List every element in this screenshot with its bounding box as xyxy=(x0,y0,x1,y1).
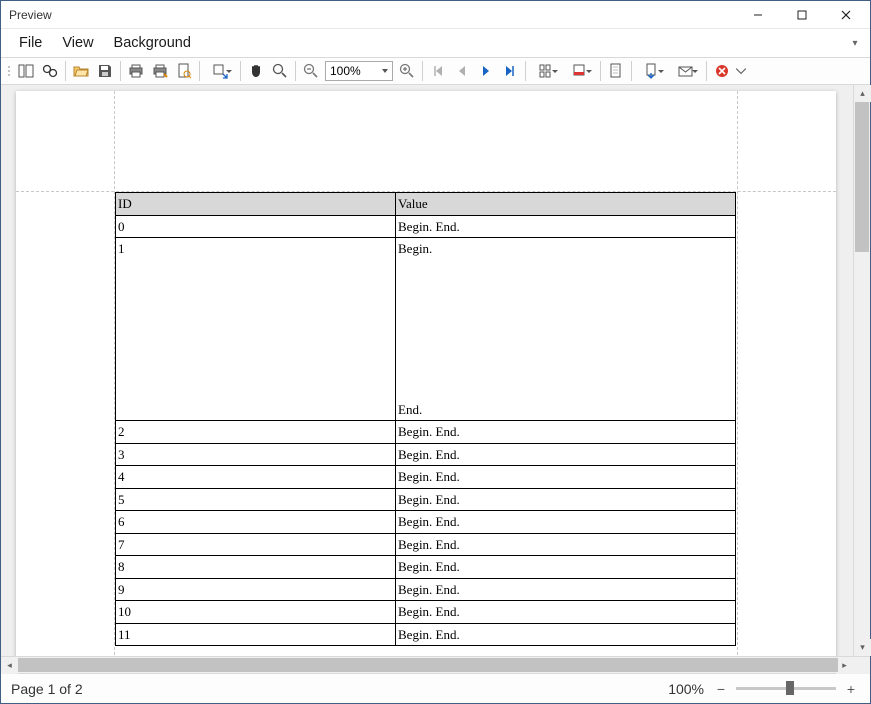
table-row: 5Begin. End. xyxy=(116,488,736,511)
close-button[interactable] xyxy=(824,2,868,28)
prev-page-icon[interactable] xyxy=(450,59,474,83)
cell-value: Begin. End. xyxy=(396,578,736,601)
toolbar-overflow[interactable] xyxy=(734,59,748,83)
table-row: 7Begin. End. xyxy=(116,533,736,556)
vscroll-thumb[interactable] xyxy=(855,102,869,252)
quick-print-icon[interactable] xyxy=(148,59,172,83)
cell-id: 11 xyxy=(116,623,396,646)
cell-id: 10 xyxy=(116,601,396,624)
multipage-dropdown-icon[interactable] xyxy=(529,59,563,83)
scroll-up-icon[interactable]: ▴ xyxy=(854,85,871,102)
zoom-in-button[interactable]: + xyxy=(842,680,860,698)
page: ID Value 0Begin. End.1Begin.End.2Begin. … xyxy=(16,91,836,656)
cell-value: Begin. End. xyxy=(396,623,736,646)
menu-overflow[interactable]: ▾ xyxy=(848,36,862,51)
toolbar-grip xyxy=(5,61,12,81)
table-row: 9Begin. End. xyxy=(116,578,736,601)
watermark-icon[interactable] xyxy=(604,59,628,83)
cell-value: Begin.End. xyxy=(396,238,736,421)
titlebar: Preview xyxy=(1,1,870,29)
zoom-slider[interactable] xyxy=(736,687,836,690)
cell-id: 1 xyxy=(116,238,396,421)
table-row: 2Begin. End. xyxy=(116,421,736,444)
first-page-icon[interactable] xyxy=(426,59,450,83)
cell-id: 3 xyxy=(116,443,396,466)
toolbar: 100% xyxy=(1,57,870,85)
zoom-combobox[interactable]: 100% xyxy=(325,61,393,81)
table-row: 0Begin. End. xyxy=(116,215,736,238)
hand-tool-icon[interactable] xyxy=(244,59,268,83)
next-page-icon[interactable] xyxy=(474,59,498,83)
cell-value: Begin. End. xyxy=(396,533,736,556)
table-row: 10Begin. End. xyxy=(116,601,736,624)
zoom-in-icon[interactable] xyxy=(395,59,419,83)
menu-file[interactable]: File xyxy=(9,32,52,54)
scroll-corner xyxy=(853,657,870,674)
zoom-out-button[interactable]: − xyxy=(712,680,730,698)
cell-id: 6 xyxy=(116,511,396,534)
maximize-button[interactable] xyxy=(780,2,824,28)
table-row: 3Begin. End. xyxy=(116,443,736,466)
table-row: 1Begin.End. xyxy=(116,238,736,421)
close-preview-icon[interactable] xyxy=(710,59,734,83)
horizontal-scrollbar[interactable]: ◂ ▸ xyxy=(1,657,853,673)
status-zoom-value: 100% xyxy=(668,681,704,697)
print-icon[interactable] xyxy=(124,59,148,83)
zoom-value-text: 100% xyxy=(330,64,361,78)
cell-value: Begin. End. xyxy=(396,215,736,238)
table-row: 6Begin. End. xyxy=(116,511,736,534)
header-value: Value xyxy=(396,193,736,216)
menu-view[interactable]: View xyxy=(52,32,103,54)
cell-id: 0 xyxy=(116,215,396,238)
statusbar: Page 1 of 2 100% − + xyxy=(1,673,870,703)
cell-id: 5 xyxy=(116,488,396,511)
page-setup-icon[interactable] xyxy=(172,59,196,83)
cell-id: 4 xyxy=(116,466,396,489)
hscroll-thumb[interactable] xyxy=(18,658,838,672)
table-row: 8Begin. End. xyxy=(116,556,736,579)
save-icon[interactable] xyxy=(93,59,117,83)
zoom-slider-knob[interactable] xyxy=(786,681,794,695)
report-table: ID Value 0Begin. End.1Begin.End.2Begin. … xyxy=(115,192,736,646)
find-icon[interactable] xyxy=(38,59,62,83)
cell-id: 2 xyxy=(116,421,396,444)
page-viewport[interactable]: ID Value 0Begin. End.1Begin.End.2Begin. … xyxy=(1,85,853,656)
cell-value: Begin. End. xyxy=(396,421,736,444)
cell-value: Begin. End. xyxy=(396,556,736,579)
table-row: 11Begin. End. xyxy=(116,623,736,646)
menu-background[interactable]: Background xyxy=(104,32,201,54)
color-dropdown-icon[interactable] xyxy=(563,59,597,83)
window-title: Preview xyxy=(9,8,736,22)
document-map-icon[interactable] xyxy=(14,59,38,83)
page-indicator: Page 1 of 2 xyxy=(11,681,83,697)
header-id: ID xyxy=(116,193,396,216)
cell-value: Begin. End. xyxy=(396,443,736,466)
cell-id: 8 xyxy=(116,556,396,579)
cell-value: Begin. End. xyxy=(396,466,736,489)
minimize-button[interactable] xyxy=(736,2,780,28)
scroll-down-icon[interactable]: ▾ xyxy=(854,639,871,656)
scroll-left-icon[interactable]: ◂ xyxy=(1,657,18,674)
last-page-icon[interactable] xyxy=(498,59,522,83)
menubar: File View Background ▾ xyxy=(1,29,870,57)
cell-id: 7 xyxy=(116,533,396,556)
email-dropdown-icon[interactable] xyxy=(669,59,703,83)
magnifier-icon[interactable] xyxy=(268,59,292,83)
cell-value: Begin. End. xyxy=(396,601,736,624)
vertical-scrollbar[interactable]: ▴ ▾ xyxy=(853,85,870,656)
scroll-right-icon[interactable]: ▸ xyxy=(836,657,853,674)
export-dropdown-icon[interactable] xyxy=(635,59,669,83)
cell-id: 9 xyxy=(116,578,396,601)
open-icon[interactable] xyxy=(69,59,93,83)
cell-value: Begin. End. xyxy=(396,511,736,534)
zoom-out-icon[interactable] xyxy=(299,59,323,83)
cell-value: Begin. End. xyxy=(396,488,736,511)
scale-dropdown-icon[interactable] xyxy=(203,59,237,83)
table-row: 4Begin. End. xyxy=(116,466,736,489)
